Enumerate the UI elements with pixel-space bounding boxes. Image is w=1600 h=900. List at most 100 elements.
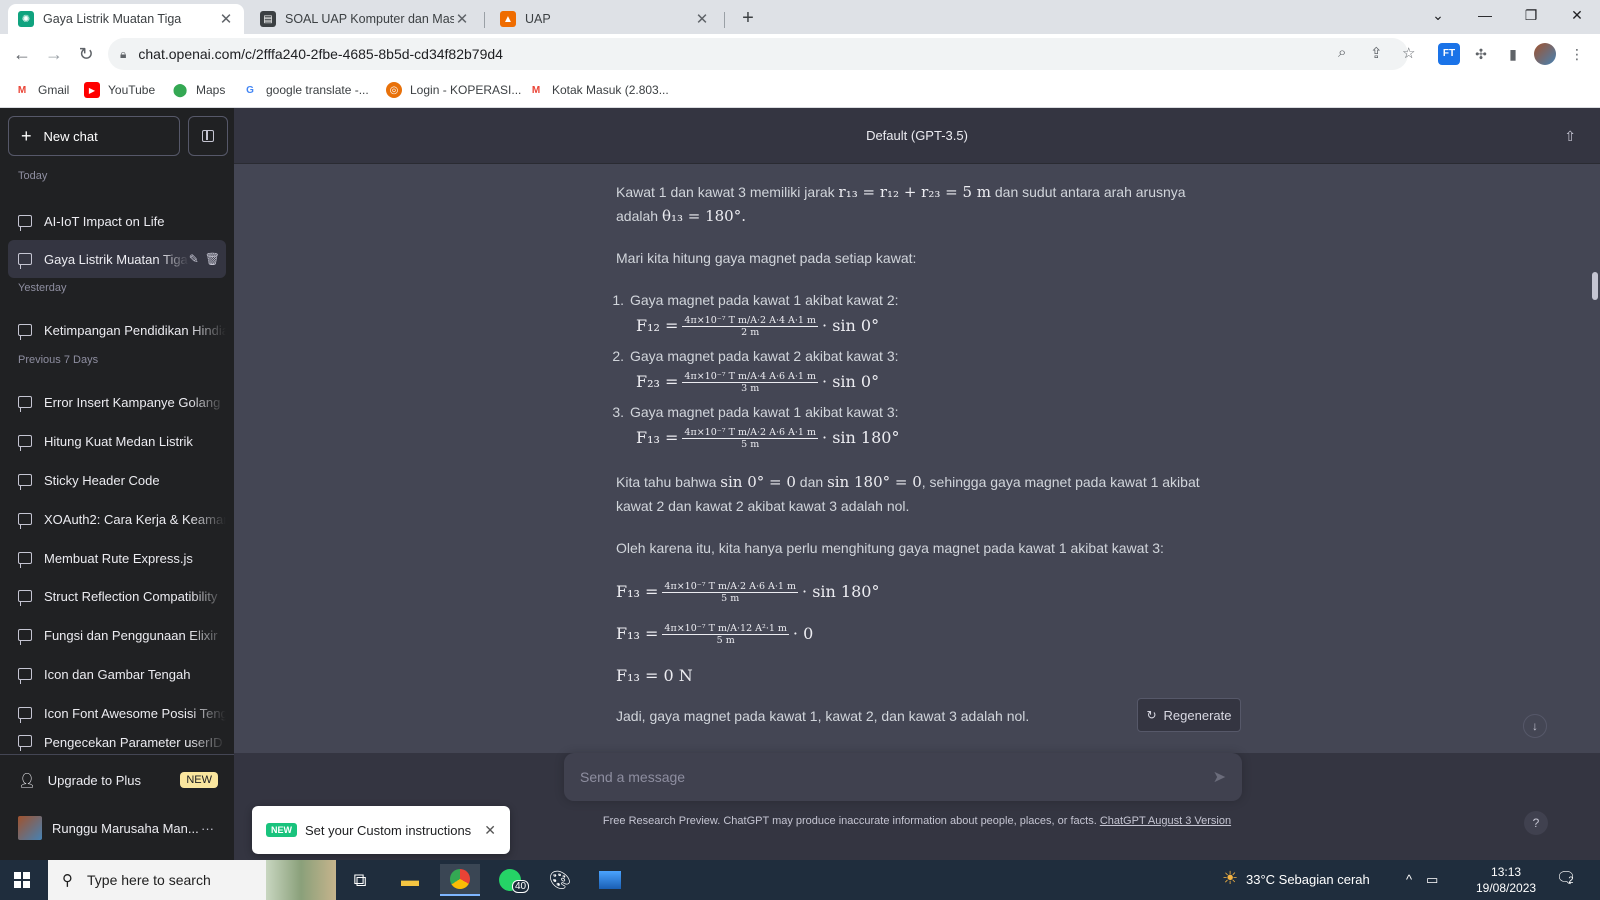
tab-divider xyxy=(484,12,485,28)
taskbar-search[interactable]: ⚲ Type here to search xyxy=(48,860,336,900)
bookmark-kotak-masuk[interactable]: M Kotak Masuk (2.803... xyxy=(528,82,669,98)
new-tab-button[interactable]: + xyxy=(735,6,761,32)
share-icon[interactable]: ⇪ xyxy=(1370,44,1383,62)
paragraph: Oleh karena itu, kita hanya perlu menghi… xyxy=(616,540,1164,556)
google-icon: G xyxy=(246,84,254,96)
math-rhs: · sin 180° xyxy=(822,428,900,447)
text: Kita tahu bahwa xyxy=(616,474,721,490)
fraction: 4π×10⁻⁷ T m/A·2 A·6 A·1 m5 m xyxy=(662,581,799,604)
menu-icon[interactable]: ⋮ xyxy=(1566,43,1588,65)
url-text[interactable]: chat.openai.com/c/2fffa240-2fbe-4685-8b5… xyxy=(138,46,503,62)
side-panel-icon[interactable]: ▮ xyxy=(1502,43,1524,65)
tray-chevron-icon[interactable]: ^ xyxy=(1406,872,1412,887)
chat-item[interactable]: Ketimpangan Pendidikan Hindia xyxy=(8,311,226,349)
toggle-sidebar-button[interactable] xyxy=(188,116,228,156)
user-icon: 👤︎ xyxy=(18,771,36,788)
zoom-icon[interactable]: ⌕ xyxy=(1338,44,1346,61)
lock-icon: 🔒︎ xyxy=(120,46,127,61)
formula: F₁₃ = 4π×10⁻⁷ T m/A·12 A²·1 m5 m · 0 xyxy=(616,620,1206,648)
version-link[interactable]: ChatGPT August 3 Version xyxy=(1100,815,1231,827)
forward-icon[interactable]: → xyxy=(40,40,68,68)
chat-item[interactable]: Error Insert Kampanye Golang xyxy=(8,383,226,421)
fraction: 4π×10⁻⁷ T m/A·12 A²·1 m5 m xyxy=(662,623,789,646)
reload-icon[interactable]: ↻ xyxy=(72,40,100,68)
chat-item[interactable]: AI-IoT Impact on Life xyxy=(8,202,226,240)
sidebar-divider xyxy=(0,754,234,755)
system-clock[interactable]: 13:13 19/08/2023 xyxy=(1476,864,1536,896)
chat-item[interactable]: XOAuth2: Cara Kerja & Keamanan xyxy=(8,500,226,538)
close-tab-icon[interactable]: ✕ xyxy=(218,10,234,28)
math: sin 0° = 0 xyxy=(720,473,796,491)
chat-item[interactable]: Icon dan Gambar Tengah xyxy=(8,655,226,693)
profile-avatar[interactable] xyxy=(1534,43,1556,65)
help-button[interactable]: ? xyxy=(1524,811,1548,835)
close-tab-icon[interactable]: ✕ xyxy=(694,10,710,28)
chat-item[interactable]: Membuat Rute Express.js xyxy=(8,539,226,577)
weather-text[interactable]: 33°C Sebagian cerah xyxy=(1246,872,1370,887)
weather-icon[interactable]: ☀ xyxy=(1222,868,1238,889)
clock-time: 13:13 xyxy=(1491,865,1522,879)
bookmark-maps[interactable]: ⬤ Maps xyxy=(172,82,226,98)
back-icon[interactable]: ← xyxy=(8,40,36,68)
section-previous-7-days: Previous 7 Days xyxy=(18,354,99,366)
chat-bubble-icon xyxy=(18,215,32,231)
plus-icon: + xyxy=(21,125,32,146)
scrollbar-thumb[interactable] xyxy=(1592,272,1598,300)
extensions-icon[interactable]: ✣ xyxy=(1470,43,1492,65)
denominator: 2 m xyxy=(741,326,760,338)
more-options-icon[interactable]: ··· xyxy=(201,821,214,836)
tab-soal-uap[interactable]: ▤ SOAL UAP Komputer dan Masyar ✕ xyxy=(250,4,480,34)
chat-item-selected[interactable]: Gaya Listrik Muatan Tiga ✎ 🗑︎ xyxy=(8,240,226,278)
message-input[interactable]: Send a message ➤ xyxy=(564,753,1242,801)
trash-icon[interactable]: 🗑︎ xyxy=(205,252,220,266)
bookmark-koperasi[interactable]: ◎ Login - KOPERASI... xyxy=(386,82,521,98)
tab-chatgpt[interactable]: ✺ Gaya Listrik Muatan Tiga ✕ xyxy=(8,4,244,34)
chrome-icon[interactable] xyxy=(440,864,480,896)
chat-title: Fungsi dan Penggunaan Elixir xyxy=(44,627,218,643)
send-icon[interactable]: ➤ xyxy=(1213,767,1226,787)
regenerate-button[interactable]: ↻ Regenerate xyxy=(1137,698,1241,732)
upgrade-to-plus-button[interactable]: 👤︎ Upgrade to Plus NEW xyxy=(8,760,226,800)
close-icon[interactable]: ✕ xyxy=(484,822,496,839)
bookmark-label: Kotak Masuk (2.803... xyxy=(552,83,669,97)
close-tab-icon[interactable]: ✕ xyxy=(454,10,470,28)
chat-item[interactable]: Sticky Header Code xyxy=(8,461,226,499)
chat-item[interactable]: Fungsi dan Penggunaan Elixir xyxy=(8,616,226,654)
new-chat-button[interactable]: + New chat xyxy=(8,116,180,156)
tab-uap[interactable]: ▲ UAP ✕ xyxy=(490,4,720,34)
bookmark-youtube[interactable]: ▶ YouTube xyxy=(84,82,155,98)
share-icon[interactable]: ⇧ xyxy=(1564,108,1576,164)
tab-search-icon[interactable]: ⌄ xyxy=(1415,0,1461,30)
notifications-icon[interactable]: 🗨︎2 xyxy=(1556,868,1576,888)
list-number: 3. xyxy=(612,404,624,420)
paint-icon[interactable]: 🎨︎ xyxy=(540,864,580,896)
bookmark-gmail[interactable]: M Gmail xyxy=(14,82,70,98)
edit-icon[interactable]: ✎ xyxy=(189,252,199,266)
chat-item[interactable]: Pengecekan Parameter userID xyxy=(8,732,226,754)
task-view-icon[interactable]: ⧉ xyxy=(340,864,380,896)
chat-item[interactable]: Icon Font Awesome Posisi Tengah xyxy=(8,694,226,732)
chat-item[interactable]: Struct Reflection Compatibility xyxy=(8,577,226,615)
assignment-icon: ▲ xyxy=(500,11,516,27)
bookmark-google-translate[interactable]: G google translate -... xyxy=(242,82,369,98)
close-window-button[interactable]: ✕ xyxy=(1554,0,1600,30)
chat-title: Hitung Kuat Medan Listrik xyxy=(44,433,193,449)
extension-ft-icon[interactable]: FT xyxy=(1438,43,1460,65)
address-bar[interactable]: 🔒︎ chat.openai.com/c/2fffa240-2fbe-4685-… xyxy=(108,38,1408,70)
windows-start-icon[interactable] xyxy=(14,872,30,888)
math-rhs: · sin 180° xyxy=(802,582,880,601)
whatsapp-icon[interactable]: 40 xyxy=(490,864,530,896)
model-label: Default (GPT-3.5) xyxy=(866,128,968,143)
file-explorer-icon[interactable]: ▬ xyxy=(390,864,430,896)
custom-instructions-toast[interactable]: NEW Set your Custom instructions ✕ xyxy=(252,806,510,854)
user-profile-button[interactable]: Runggu Marusaha Man... ··· xyxy=(8,808,226,848)
restore-button[interactable]: ❐ xyxy=(1508,0,1554,30)
battery-icon[interactable]: ▭ xyxy=(1426,872,1438,888)
bookmark-star-icon[interactable]: ☆ xyxy=(1402,44,1415,62)
list-item: 2. Gaya magnet pada kawat 2 akibat kawat … xyxy=(612,344,1206,368)
minimize-button[interactable]: — xyxy=(1462,0,1508,30)
chat-item[interactable]: Hitung Kuat Medan Listrik xyxy=(8,422,226,460)
photos-icon[interactable] xyxy=(590,864,630,896)
scroll-down-button[interactable]: ↓ xyxy=(1523,714,1547,738)
chat-title: Gaya Listrik Muatan Tiga xyxy=(44,251,188,267)
